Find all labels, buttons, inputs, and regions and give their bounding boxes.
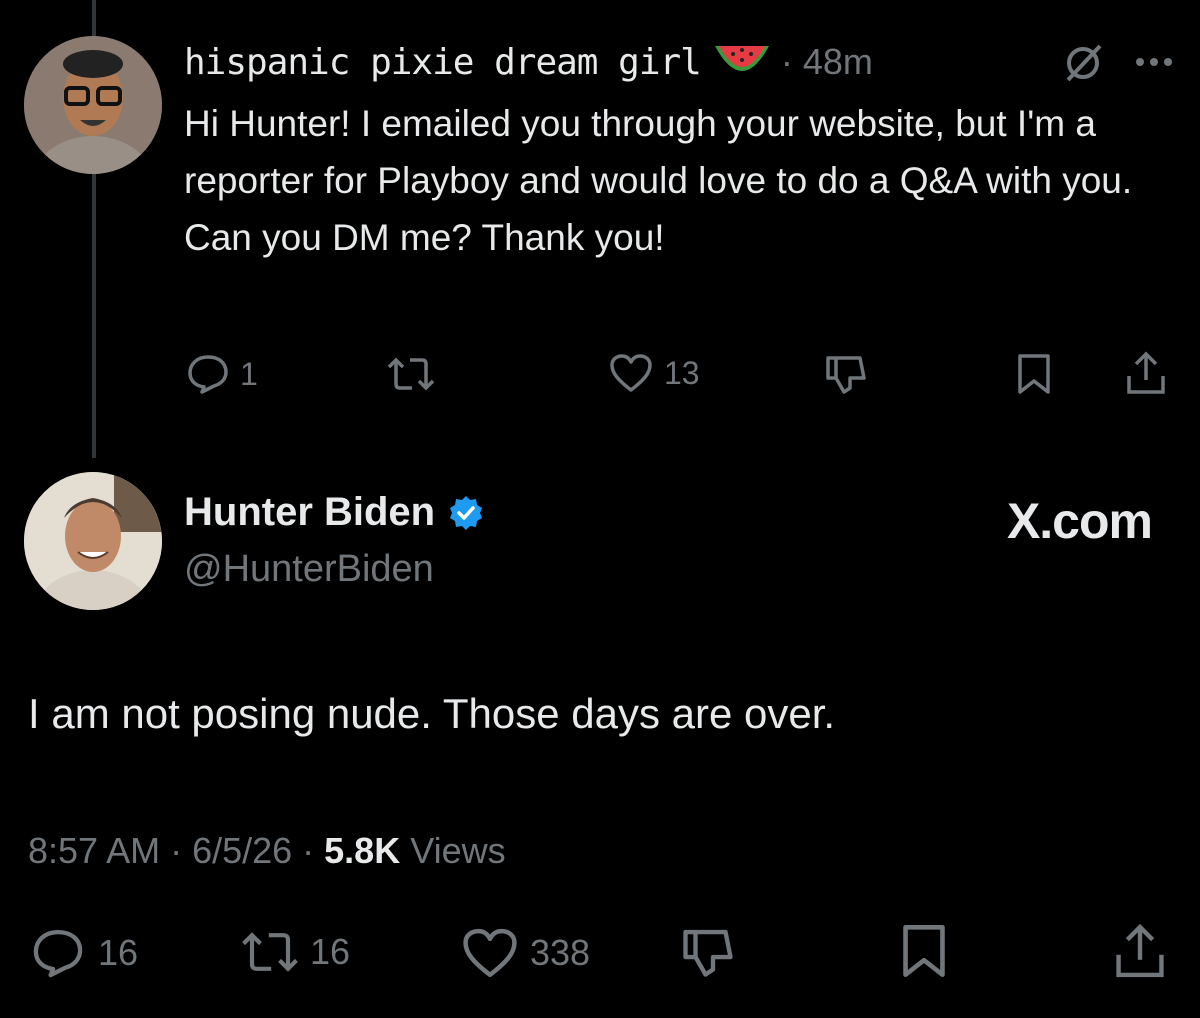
reply-header: hispanic pixie dream girl · 48m — [184, 34, 1174, 90]
share-icon — [1116, 923, 1164, 978]
verified-badge-icon[interactable] — [447, 494, 485, 532]
reply-reply-count: 1 — [240, 355, 258, 392]
reply-repost-button[interactable] — [386, 354, 436, 394]
post-bookmark-button[interactable] — [900, 922, 948, 980]
post-reply-count: 16 — [98, 932, 139, 973]
post-handle[interactable]: @HunterBiden — [184, 548, 434, 591]
reply-display-name[interactable]: hispanic pixie dream girl — [184, 42, 702, 83]
post-views-label: Views — [400, 830, 506, 871]
post-share-button[interactable] — [1112, 922, 1168, 980]
post-repost-count: 16 — [310, 931, 351, 972]
post-repost-button[interactable]: 16 — [240, 928, 350, 976]
reply-author-avatar[interactable] — [24, 36, 162, 174]
comment-icon — [188, 355, 228, 394]
bookmark-icon — [903, 924, 945, 978]
post-display-name[interactable]: Hunter Biden — [184, 490, 435, 535]
reply-text: Hi Hunter! I emailed you through your we… — [184, 103, 1133, 258]
reply-downvote-button[interactable] — [822, 352, 870, 396]
heart-icon — [463, 928, 517, 978]
thumbs-down-icon — [683, 929, 733, 977]
reply-like-button[interactable]: 13 — [608, 352, 700, 394]
watermelon-icon — [714, 46, 769, 71]
reply-bookmark-button[interactable] — [1016, 352, 1052, 396]
share-icon — [1127, 351, 1165, 394]
repost-icon — [242, 932, 298, 972]
post-reply-button[interactable]: 16 — [28, 926, 138, 980]
post-downvote-button[interactable] — [678, 924, 738, 980]
heart-icon — [610, 354, 652, 392]
repost-icon — [387, 357, 435, 391]
more-options-icon[interactable] — [1134, 56, 1174, 68]
reply-timestamp[interactable]: · 48m — [781, 41, 873, 83]
post-timestamp[interactable]: 8:57 AM · 6/5/26 · — [28, 830, 324, 871]
post-text: I am not posing nude. Those days are ove… — [28, 690, 836, 737]
post-meta: 8:57 AM · 6/5/26 · 5.8K Views — [28, 830, 506, 872]
post-like-button[interactable]: 338 — [460, 926, 590, 980]
post-author-name-row: Hunter Biden — [184, 490, 485, 535]
post-author-avatar[interactable] — [24, 472, 162, 610]
post-views-count: 5.8K — [324, 830, 401, 871]
grok-icon[interactable] — [1062, 40, 1106, 84]
thumbs-down-icon — [826, 356, 866, 394]
bookmark-icon — [1018, 354, 1050, 394]
post-like-count: 338 — [530, 932, 591, 973]
reply-share-button[interactable] — [1124, 350, 1168, 396]
reply-reply-button[interactable]: 1 — [186, 352, 258, 396]
reply-like-count: 13 — [664, 354, 700, 391]
comment-icon — [33, 929, 83, 978]
x-com-watermark: X.com — [1006, 493, 1153, 549]
